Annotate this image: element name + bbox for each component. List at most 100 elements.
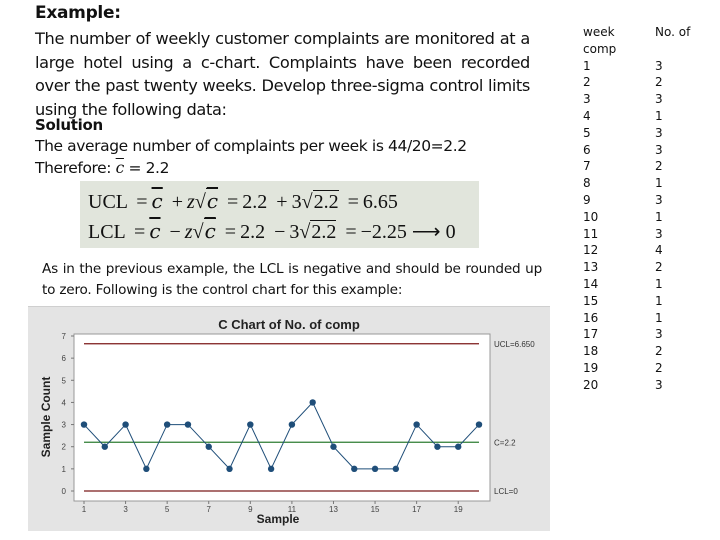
x-tick-label: 5: [165, 505, 170, 514]
column-header-count: No. of: [655, 25, 691, 39]
table-row: 63: [583, 142, 715, 159]
week-cell: 1: [583, 58, 591, 73]
week-cell: 18: [583, 344, 599, 359]
table-row: 11 3: [583, 226, 715, 243]
x-tick-label: 11: [288, 505, 297, 514]
table-row: 12 4: [583, 242, 715, 259]
x-tick-label: 17: [412, 505, 421, 514]
data-point: [330, 443, 337, 450]
table-row: 18 2: [583, 343, 715, 360]
sqrt-icon: √: [301, 191, 313, 213]
data-point: [371, 465, 379, 473]
minus-sign: −: [274, 221, 286, 243]
complaints-cell: 3: [655, 327, 663, 342]
complaints-cell: 1: [655, 310, 663, 325]
sqrt-icon: √: [194, 191, 206, 213]
lcl-note: As in the previous example, the LCL is n…: [42, 261, 542, 298]
z-symbol: z: [184, 221, 193, 243]
ucl-formula: UCL = c + z√c = 2.2 +3√2.2 = 6.65: [88, 188, 398, 214]
sqrt-argument: c: [205, 188, 219, 213]
week-cell: 9: [583, 192, 591, 207]
complaints-cell: 3: [655, 125, 663, 140]
table-row: 72: [583, 158, 715, 175]
data-point: [226, 465, 233, 473]
x-tick-label: 19: [454, 505, 463, 514]
data-point: [184, 421, 192, 428]
data-point: [434, 443, 441, 450]
equals-sign: =: [224, 221, 237, 243]
y-tick-label: 5: [62, 376, 67, 385]
data-point: [413, 421, 420, 428]
y-tick-label: 3: [62, 421, 67, 430]
complaints-cell: 1: [655, 176, 663, 191]
complaints-cell: 2: [655, 260, 663, 275]
week-cell: 15: [583, 293, 599, 308]
data-point: [101, 443, 108, 450]
equals-sign: =: [345, 221, 357, 243]
data-point: [122, 421, 129, 428]
c-chart: C Chart of No. of comp Sample Count Samp…: [39, 317, 535, 526]
data-point: [288, 421, 296, 428]
c-chart-panel: C Chart of No. of comp Sample Count Samp…: [28, 306, 550, 531]
table-row: 13 2: [583, 259, 715, 276]
x-tick-label: 13: [329, 505, 338, 514]
sqrt-argument: 2.2: [310, 220, 337, 243]
data-point: [143, 465, 150, 473]
complaints-table: week No. of comp 1 3 2 2 3 3 4 1 5 3 6 3 7 2 8 1 9 3 10 1 11…: [583, 24, 715, 394]
chart-title: C Chart of No. of comp: [218, 317, 360, 332]
table-row: 41: [583, 108, 715, 125]
lcl-formula: LCL = c − z√c = 2.2 −3√2.2 = −2.25 ⟶ 0: [88, 218, 456, 244]
z-symbol: z: [187, 191, 195, 213]
table-row: 20 3: [583, 377, 715, 394]
table-row: 10 1: [583, 209, 715, 226]
week-cell: 11: [583, 226, 599, 241]
x-tick-label: 1: [82, 505, 87, 514]
week-cell: 14: [583, 276, 599, 291]
ucl-label: UCL=6.650: [494, 340, 535, 349]
week-cell: 13: [583, 260, 599, 275]
week-cell: 2: [583, 75, 591, 90]
cl-label: C=2.2: [494, 438, 516, 447]
therefore-prefix: Therefore:: [35, 159, 116, 177]
minus-sign: −: [169, 221, 181, 243]
table-header-row: week No. of: [583, 24, 715, 41]
z-value: 3: [291, 191, 302, 213]
table-row: 15 1: [583, 293, 715, 310]
plot-area: [73, 333, 491, 502]
y-tick-label: 1: [62, 465, 67, 474]
data-point: [392, 465, 400, 473]
week-cell: 19: [583, 360, 599, 375]
week-cell: 7: [583, 159, 591, 174]
solution-title: Solution: [35, 116, 103, 134]
table-row: 33: [583, 91, 715, 108]
sqrt-argument: c: [203, 218, 216, 243]
week-cell: 5: [583, 125, 591, 140]
table-row: 93: [583, 192, 715, 209]
table-row: 19 2: [583, 360, 715, 377]
complaints-cell: 1: [655, 209, 663, 224]
week-cell: 8: [583, 176, 591, 191]
x-tick-label: 3: [123, 505, 128, 514]
lcl-label: LCL=0: [494, 487, 518, 496]
x-tick-label: 9: [248, 505, 253, 514]
c-bar-symbol: c: [151, 189, 163, 213]
x-tick-label: 15: [371, 505, 380, 514]
table-row: 16 1: [583, 310, 715, 327]
ucl-label: UCL: [88, 191, 128, 213]
column-header-comp: comp: [583, 41, 617, 56]
y-tick-label: 7: [62, 332, 67, 341]
complaints-cell: 3: [655, 142, 663, 157]
therefore-statement: Therefore: c = 2.2: [35, 159, 169, 177]
complaints-cell: 2: [655, 75, 663, 90]
data-point: [475, 421, 483, 428]
complaints-cell: 1: [655, 108, 663, 123]
week-cell: 20: [583, 377, 599, 392]
complaints-cell: 3: [655, 58, 663, 73]
table-row: 22: [583, 74, 715, 91]
data-point: [267, 465, 275, 473]
data-point: [80, 421, 88, 428]
lcl-rounded-value: 0: [445, 221, 456, 243]
c-bar-symbol: c: [115, 159, 125, 177]
plus-sign: +: [171, 191, 184, 213]
complaints-cell: 3: [655, 192, 663, 207]
